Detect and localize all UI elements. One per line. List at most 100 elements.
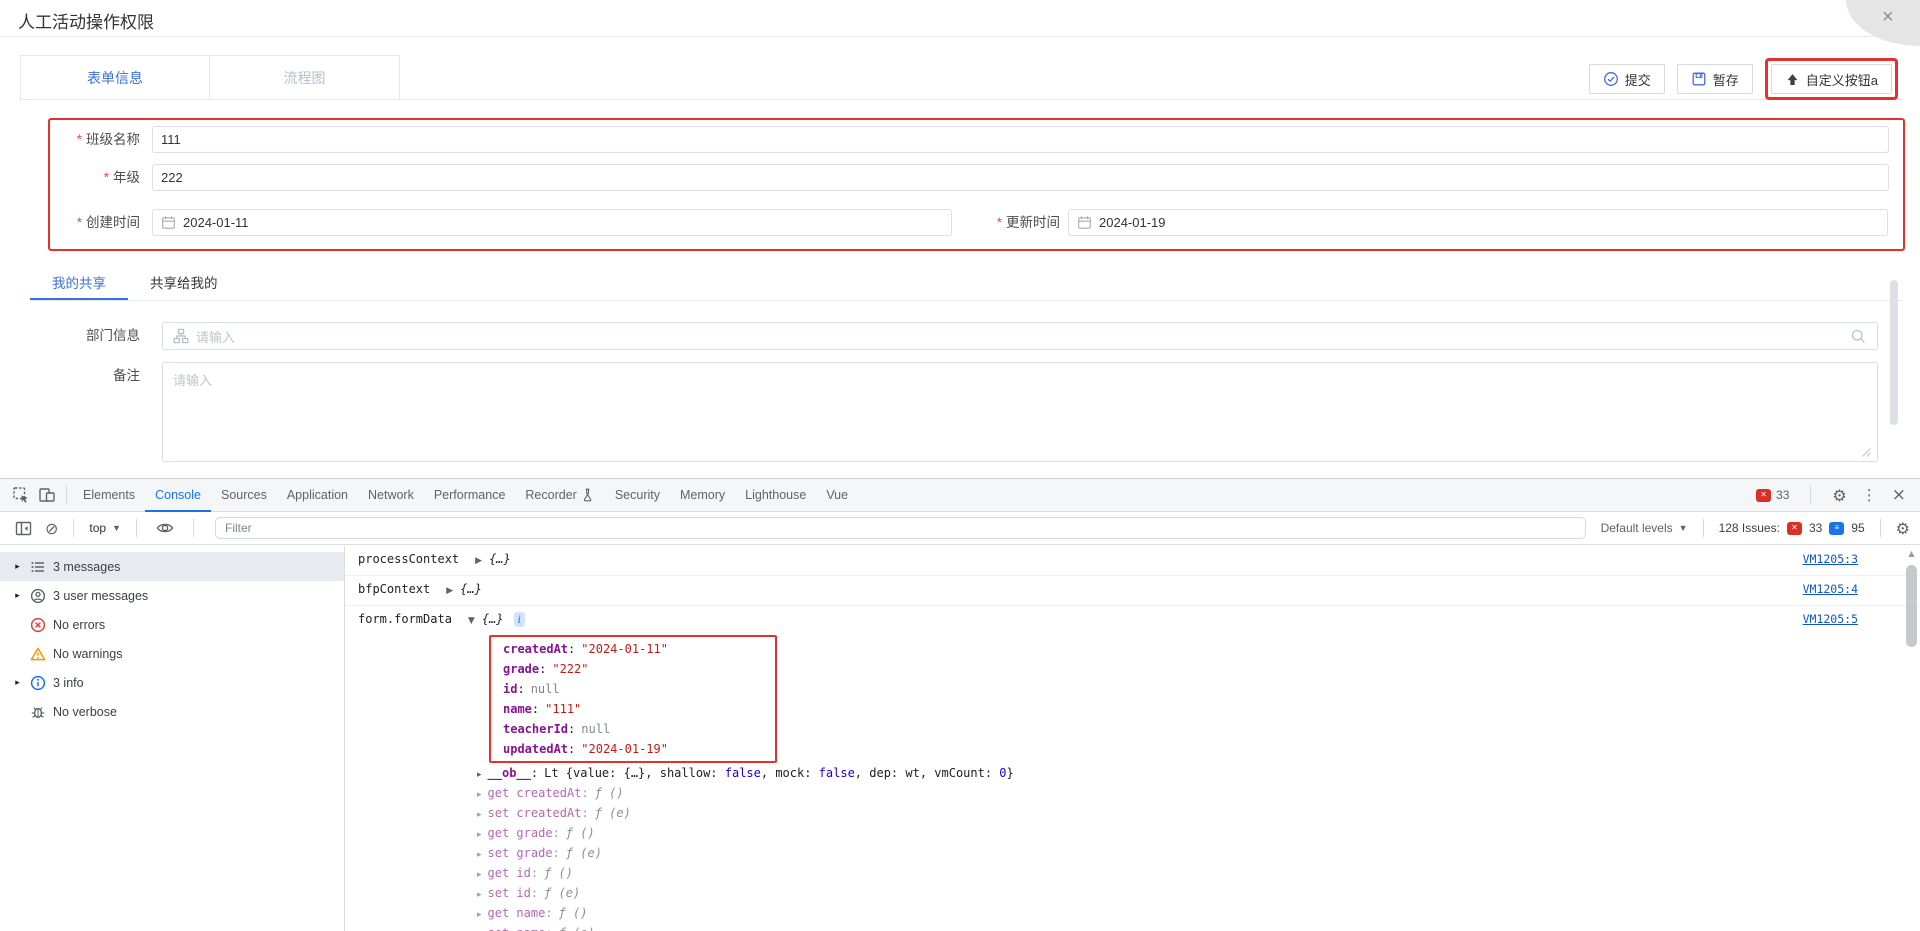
expand-caret-icon[interactable]: ▸ — [477, 790, 482, 800]
expand-caret-icon[interactable]: ▸ — [477, 830, 482, 840]
console-body: ▸ 3 messages ▸ 3 user messages — [0, 546, 1920, 931]
class-name-label: *班级名称 — [0, 126, 140, 153]
object-property: grade:"222" — [503, 659, 775, 679]
console-entry: form.formData▼{…}i VM1205:5 createdAt:"2… — [345, 606, 1920, 931]
share-tabs: 我的共享 共享给我的 — [30, 268, 1903, 301]
calendar-icon — [1077, 215, 1092, 230]
save-draft-button-label: 暂存 — [1713, 70, 1739, 89]
error-icon — [30, 617, 46, 633]
calendar-icon — [161, 215, 176, 230]
sidebar-item-info[interactable]: ▸ 3 info — [0, 668, 344, 697]
tab-my-shares[interactable]: 我的共享 — [30, 268, 128, 300]
source-link[interactable]: VM1205:3 — [1803, 546, 1858, 573]
tab-lighthouse[interactable]: Lighthouse — [735, 479, 816, 512]
eye-icon[interactable] — [152, 515, 178, 541]
issues-error-badge-icon: ✕ — [1756, 489, 1771, 502]
tab-security[interactable]: Security — [605, 479, 670, 512]
page-close-button[interactable]: × — [1846, 0, 1920, 46]
tab-sources[interactable]: Sources — [211, 479, 277, 512]
submit-button-label: 提交 — [1625, 70, 1651, 89]
devtools-tabbar: Elements Console Sources Application Net… — [0, 479, 1920, 512]
updated-at-label: *更新时间 — [920, 209, 1060, 236]
page-title: 人工活动操作权限 — [18, 8, 154, 33]
sidebar-item-warnings[interactable]: No warnings — [0, 639, 344, 668]
accessor-row: ▸get grade:ƒ () — [477, 823, 1920, 843]
tab-elements[interactable]: Elements — [73, 479, 145, 512]
close-icon: × — [1882, 6, 1894, 29]
console-scrollbar-thumb[interactable] — [1906, 565, 1917, 647]
object-property: id:null — [503, 679, 775, 699]
expand-caret-icon[interactable]: ▸ — [477, 850, 482, 860]
tab-memory[interactable]: Memory — [670, 479, 735, 512]
custom-button-a[interactable]: 自定义按钮a — [1771, 64, 1892, 94]
page-scrollbar-thumb[interactable] — [1890, 280, 1898, 425]
submit-button[interactable]: 提交 — [1589, 64, 1665, 94]
expand-caret-icon[interactable]: ▸ — [477, 870, 482, 880]
expand-caret-icon[interactable]: ▸ — [477, 770, 482, 780]
accessor-row: ▸set createdAt:ƒ (e) — [477, 803, 1920, 823]
issues-count: 33 — [1776, 488, 1789, 502]
divider — [1810, 486, 1811, 504]
source-link[interactable]: VM1205:4 — [1803, 576, 1858, 603]
created-at-date-input[interactable]: 2024-01-11 — [152, 209, 952, 236]
chevron-down-icon: ▼ — [112, 523, 121, 533]
required-mark: * — [77, 132, 82, 147]
kebab-menu-icon[interactable]: ⋮ — [1862, 486, 1877, 504]
sidebar-item-all-messages[interactable]: ▸ 3 messages — [0, 552, 344, 581]
devtools-close-icon[interactable]: × — [1892, 485, 1906, 505]
scroll-up-arrow-icon[interactable]: ▲ — [1905, 549, 1918, 558]
issues-chip[interactable]: ✕ 33 — [1756, 488, 1789, 502]
expand-caret-icon[interactable]: ▶ — [475, 556, 482, 566]
dept-info-input[interactable]: 请输入 — [162, 322, 1878, 350]
gear-icon[interactable]: ⚙ — [1832, 486, 1846, 505]
tab-recorder[interactable]: Recorder — [515, 479, 604, 512]
search-icon[interactable] — [1850, 328, 1867, 345]
collapse-caret-icon[interactable]: ▼ — [468, 616, 475, 626]
accessor-row: ▸set id:ƒ (e) — [477, 883, 1920, 903]
updated-at-date-input[interactable]: 2024-01-19 — [1068, 209, 1888, 236]
issues-summary[interactable]: 128 Issues: ✕ 33 ≡ 95 — [1719, 521, 1865, 535]
chevron-down-icon: ▼ — [1679, 523, 1688, 533]
expand-caret-icon[interactable]: ▶ — [446, 586, 453, 596]
clear-console-icon[interactable]: ⊘ — [45, 519, 58, 538]
required-mark: * — [997, 215, 1002, 230]
tab-performance[interactable]: Performance — [424, 479, 516, 512]
accessor-row: ▸get id:ƒ () — [477, 863, 1920, 883]
header-actions: 提交 暂存 自定义按钮a — [1589, 58, 1898, 100]
device-toolbar-icon[interactable] — [34, 482, 60, 508]
sidebar-item-errors[interactable]: No errors — [0, 610, 344, 639]
tab-shared-with-me[interactable]: 共享给我的 — [128, 268, 240, 300]
tab-form-info[interactable]: 表单信息 — [20, 55, 210, 99]
expand-caret-icon[interactable]: ▸ — [477, 810, 482, 820]
warning-icon — [30, 646, 46, 662]
tab-network[interactable]: Network — [358, 479, 424, 512]
devtools-tabbar-right: ✕ 33 ⚙ ⋮ × — [1756, 485, 1920, 505]
inspect-element-icon[interactable] — [8, 482, 34, 508]
devtools-panel: Elements Console Sources Application Net… — [0, 478, 1920, 931]
issues-message-badge-icon: ≡ — [1829, 522, 1844, 535]
context-selector[interactable]: top▼ — [89, 521, 121, 535]
console-scrollbar[interactable]: ▲ — [1905, 549, 1918, 929]
expand-caret-icon[interactable]: ▸ — [477, 910, 482, 920]
sidebar-item-user-messages[interactable]: ▸ 3 user messages — [0, 581, 344, 610]
remark-textarea[interactable] — [162, 362, 1878, 462]
tab-application[interactable]: Application — [277, 479, 358, 512]
log-name: bfpContext — [358, 582, 430, 596]
console-output: processContext▶{…} VM1205:3 bfpContext▶{… — [345, 546, 1920, 931]
tab-flowchart[interactable]: 流程图 — [210, 55, 400, 99]
object-property: createdAt:"2024-01-11" — [503, 639, 775, 659]
source-link[interactable]: VM1205:5 — [1803, 606, 1858, 633]
sidebar-item-verbose[interactable]: No verbose — [0, 697, 344, 726]
tab-console[interactable]: Console — [145, 479, 211, 512]
info-icon — [30, 675, 46, 691]
save-draft-button[interactable]: 暂存 — [1677, 64, 1753, 94]
grade-input[interactable] — [152, 164, 1889, 191]
console-settings-gear-icon[interactable]: ⚙ — [1896, 519, 1910, 538]
log-levels-dropdown[interactable]: Default levels▼ — [1601, 521, 1688, 535]
class-name-input[interactable] — [152, 126, 1889, 153]
expand-caret-icon[interactable]: ▸ — [477, 890, 482, 900]
tab-vue[interactable]: Vue — [816, 479, 858, 512]
accessor-row: ▸set grade:ƒ (e) — [477, 843, 1920, 863]
console-sidebar-toggle-icon[interactable] — [10, 515, 36, 541]
filter-input[interactable] — [215, 517, 1586, 539]
